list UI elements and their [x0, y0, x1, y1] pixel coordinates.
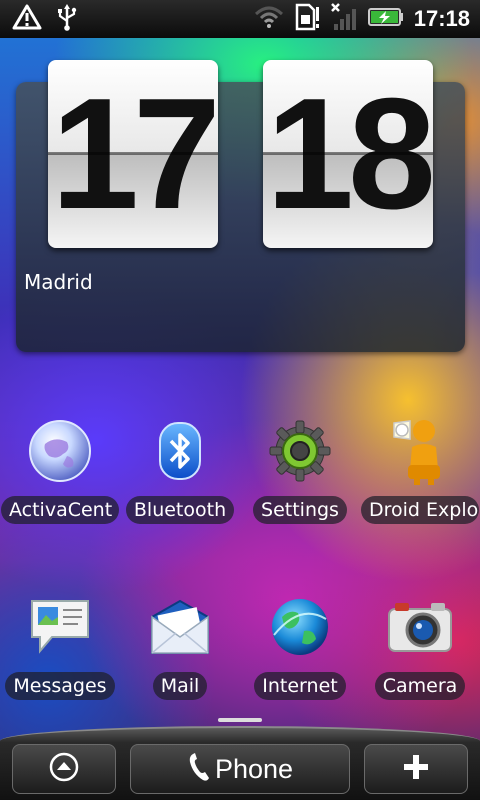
droid-explorer-icon: [385, 416, 455, 486]
app-bluetooth[interactable]: Bluetooth: [120, 416, 240, 524]
city-label: Madrid: [24, 270, 93, 294]
app-label: Settings: [253, 496, 347, 524]
usb-icon: [56, 3, 78, 35]
dock-handle[interactable]: [218, 718, 262, 722]
wifi-icon: [254, 6, 284, 32]
app-settings[interactable]: Settings: [240, 416, 360, 524]
app-label: Camera: [374, 672, 466, 700]
camera-icon: [385, 592, 455, 662]
warning-icon: [12, 4, 42, 34]
status-bar[interactable]: 17:18: [0, 0, 480, 38]
app-messages[interactable]: Messages: [0, 592, 120, 700]
app-droid-explorer[interactable]: Droid Explo: [360, 416, 480, 524]
mail-icon: [145, 592, 215, 662]
globe-orb-icon: [25, 416, 95, 486]
app-label: Internet: [254, 672, 346, 700]
status-time: 17:18: [413, 6, 470, 31]
sim-icon: [294, 3, 320, 35]
clock-hours: 17: [48, 60, 218, 248]
all-apps-button[interactable]: [12, 744, 116, 794]
app-label: ActivaCent: [1, 496, 119, 524]
battery-charging-icon: [367, 7, 404, 31]
app-label: Messages: [5, 672, 115, 700]
internet-globe-icon: [265, 592, 335, 662]
gear-icon: [265, 416, 335, 486]
app-internet[interactable]: Internet: [240, 592, 360, 700]
plus-icon: [402, 753, 430, 785]
bluetooth-icon: [145, 416, 215, 486]
app-activacent[interactable]: ActivaCent: [0, 416, 120, 524]
phone-icon: [187, 752, 211, 786]
app-label: Bluetooth: [125, 496, 235, 524]
app-label: Droid Explo: [361, 496, 479, 524]
app-label: Mail: [152, 672, 208, 700]
signal-icon: [330, 2, 358, 36]
up-arrow-icon: [49, 752, 79, 786]
phone-button[interactable]: Phone: [130, 744, 350, 794]
messages-icon: [25, 592, 95, 662]
app-camera[interactable]: Camera: [360, 592, 480, 700]
app-mail[interactable]: Mail: [120, 592, 240, 700]
phone-label: Phone: [214, 753, 294, 784]
add-button[interactable]: [364, 744, 468, 794]
clock-minutes: 18: [263, 60, 433, 248]
